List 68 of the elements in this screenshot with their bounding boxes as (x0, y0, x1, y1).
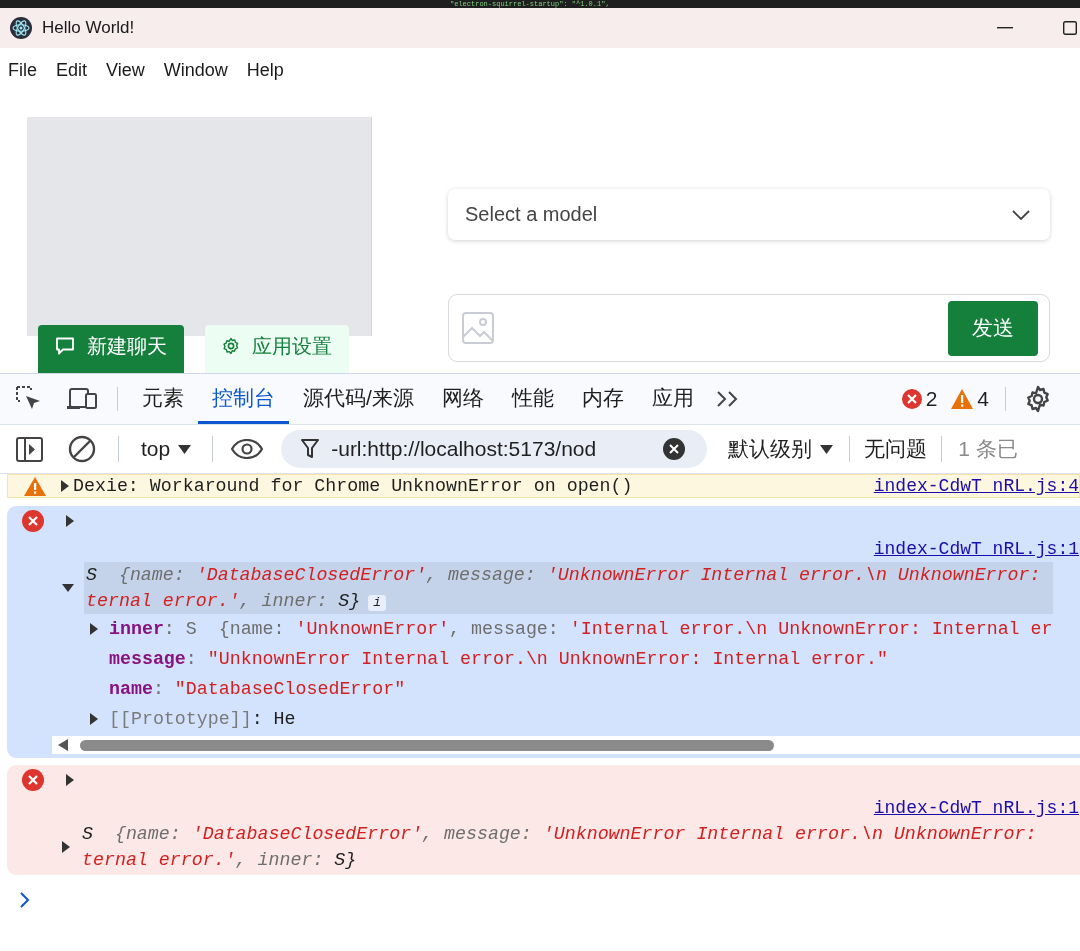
menu-item[interactable]: File (8, 59, 37, 81)
caret-down-icon (820, 444, 834, 454)
horizontal-scrollbar[interactable] (52, 736, 1080, 754)
source-link[interactable]: index-CdwT_nRL.js:4 (873, 474, 1079, 499)
expand-triangle-icon[interactable] (90, 623, 98, 635)
clear-console-icon[interactable] (68, 435, 96, 463)
window-title: Hello World! (42, 18, 136, 38)
warning-count[interactable]: 4 (977, 387, 989, 411)
source-link[interactable]: index-CdwT_nRL.js:1 (873, 536, 1079, 562)
issues-button[interactable]: 无问题 (864, 435, 928, 463)
caret-down-icon (178, 444, 192, 454)
devtools-tab[interactable]: 应用 (637, 374, 708, 424)
devtools-tab[interactable]: 源代码/来源 (289, 374, 428, 424)
error-icon (22, 510, 44, 532)
object-preview-line: ternal error.', inner: S} (82, 849, 358, 872)
settings-icon[interactable] (1024, 385, 1052, 413)
warning-icon (951, 389, 974, 409)
chevron-down-icon (1012, 209, 1030, 220)
expand-triangle-icon[interactable] (61, 480, 69, 492)
minimize-icon[interactable] (997, 27, 1013, 29)
property-line: [[Prototype]]: He (109, 708, 296, 731)
console-message-text: Dexie: Workaround for Chrome UnknownError on open() (73, 475, 634, 498)
collapse-triangle-icon[interactable] (62, 584, 74, 592)
model-select[interactable]: Select a model (448, 189, 1050, 240)
maximize-icon[interactable] (1063, 21, 1077, 35)
warning-icon (24, 476, 46, 496)
menu-item[interactable]: Help (246, 59, 284, 81)
expand-triangle-icon[interactable] (62, 841, 70, 853)
log-level-select[interactable]: 默认级别 (728, 435, 834, 463)
devtools-tab[interactable]: 性能 (497, 374, 568, 424)
property-line: message: "UnknownError Internal error.\n UnknownError: Internal error." (109, 648, 888, 671)
error-icon (901, 389, 922, 409)
menu-item[interactable]: View (106, 59, 145, 81)
context-select[interactable]: top (141, 437, 192, 461)
prompt-icon[interactable] (20, 892, 30, 908)
devtools-tab[interactable]: 内存 (567, 374, 638, 424)
message-composer[interactable]: 发送 (448, 294, 1050, 362)
hidden-count: 1 条已 (958, 436, 1018, 462)
expand-triangle-icon[interactable] (66, 774, 74, 786)
sidebar-toggle-icon[interactable] (16, 436, 43, 462)
filter-icon (301, 439, 320, 459)
atom-icon (10, 17, 32, 39)
chat-bubble-icon (55, 337, 75, 355)
settings-icon (222, 337, 240, 355)
send-button[interactable]: 发送 (948, 300, 1038, 356)
error-icon (22, 769, 44, 791)
settings-button[interactable]: 应用设置 (205, 325, 349, 373)
property-line: inner: S {name: 'UnknownError', message: 'Internal error.\n UnknownError: Internal er (109, 618, 1053, 641)
expand-triangle-icon[interactable] (66, 515, 74, 527)
object-preview-line: ternal error.', inner: S} (86, 591, 361, 611)
expand-triangle-icon[interactable] (90, 713, 98, 725)
clear-icon[interactable] (663, 438, 686, 460)
source-link[interactable]: index-CdwT_nRL.js:1 (873, 795, 1079, 821)
error-count[interactable]: 2 (925, 387, 938, 411)
filter-field[interactable]: -url:http://localhost:5173/nod (281, 430, 708, 468)
more-tabs-icon[interactable] (715, 390, 740, 408)
menu-item[interactable]: Edit (56, 59, 88, 81)
scroll-left-icon[interactable] (58, 739, 68, 751)
property-line: name: "DatabaseClosedError" (109, 678, 406, 701)
devtools-tab[interactable]: 网络 (427, 374, 498, 424)
object-preview-line: S {name: 'DatabaseClosedError', message: 'UnknownError Internal error.\n UnknownError: (86, 564, 1042, 587)
device-toolbar-icon[interactable] (67, 387, 97, 411)
object-preview-line: S {name: 'DatabaseClosedError', message: 'UnknownError Internal error.\n UnknownError: (82, 823, 1038, 846)
info-badge[interactable]: i (368, 595, 387, 611)
devtools-tab[interactable]: 元素 (128, 374, 198, 424)
eye-icon[interactable] (231, 439, 264, 459)
new-chat-button[interactable]: 新建聊天 (38, 325, 184, 373)
menu-item[interactable]: Window (163, 59, 228, 81)
